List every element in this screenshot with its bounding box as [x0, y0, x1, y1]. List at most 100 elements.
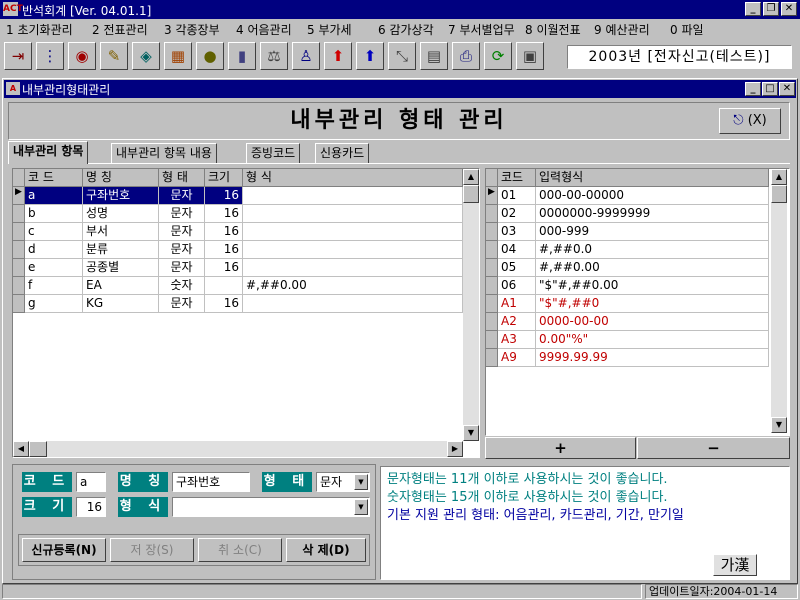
scroll-down-icon[interactable]: ▼: [771, 417, 787, 433]
menu-item[interactable]: 2 전표관리: [90, 21, 150, 37]
tab-management-items[interactable]: 내부관리 항목: [8, 141, 89, 164]
type-select[interactable]: 문자 ▼: [316, 472, 370, 492]
menu-item[interactable]: 3 각종장부: [162, 21, 222, 37]
grid-cell-size[interactable]: 16: [205, 205, 243, 223]
code-field[interactable]: a: [76, 472, 106, 492]
grid-cell-name[interactable]: 분류: [83, 241, 159, 259]
tag-icon[interactable]: ◈: [132, 42, 160, 70]
child-maximize-icon[interactable]: □: [762, 82, 778, 96]
grid-cell-format[interactable]: [243, 259, 463, 277]
scroll-right-icon[interactable]: ▶: [447, 441, 463, 457]
menu-item[interactable]: 5 부가세: [305, 21, 354, 37]
document-icon[interactable]: ▣: [516, 42, 544, 70]
tab-credit-cards[interactable]: 신용카드: [315, 143, 370, 163]
formats-grid[interactable]: 코드 입력형식 ▶ 01 000-00-00000 02 0000000-9999999 03…: [485, 168, 790, 436]
column-header[interactable]: 코 드: [25, 169, 83, 187]
row-indicator[interactable]: [486, 331, 498, 349]
row-indicator[interactable]: [486, 277, 498, 295]
row-indicator[interactable]: ▶: [486, 187, 498, 205]
format-cell-code[interactable]: A9: [498, 349, 536, 367]
column-header[interactable]: 명 칭: [83, 169, 159, 187]
row-indicator[interactable]: [13, 241, 25, 259]
menu-item[interactable]: 9 예산관리: [592, 21, 652, 37]
format-cell-format[interactable]: 000-999: [536, 223, 769, 241]
delete-button[interactable]: 삭 제(D): [286, 538, 366, 562]
printer-icon[interactable]: ⎙: [452, 42, 480, 70]
format-select[interactable]: ▼: [172, 497, 370, 517]
row-indicator[interactable]: [13, 223, 25, 241]
format-cell-code[interactable]: 04: [498, 241, 536, 259]
save-button[interactable]: 저 장(S): [110, 538, 194, 562]
calculator-icon[interactable]: ▦: [164, 42, 192, 70]
column-header[interactable]: 형 태: [159, 169, 205, 187]
scroll-thumb[interactable]: [771, 185, 787, 203]
person-icon[interactable]: ♙: [292, 42, 320, 70]
grid-cell-name[interactable]: EA: [83, 277, 159, 295]
tab-evidence-codes[interactable]: 증빙코드: [246, 143, 301, 163]
grid-cell-type[interactable]: 문자: [159, 187, 205, 205]
grid-cell-code[interactable]: f: [25, 277, 83, 295]
ime-toggle[interactable]: 가漢: [713, 554, 757, 576]
grid-cell-size[interactable]: 16: [205, 187, 243, 205]
format-cell-code[interactable]: 02: [498, 205, 536, 223]
remove-format-button[interactable]: −: [637, 437, 790, 459]
format-cell-format[interactable]: "$"#,##0: [536, 295, 769, 313]
grid-cell-size[interactable]: 16: [205, 223, 243, 241]
grid-cell-code[interactable]: g: [25, 295, 83, 313]
column-header[interactable]: 크기: [205, 169, 243, 187]
globe-icon[interactable]: ◉: [68, 42, 96, 70]
pencil-icon[interactable]: ✎: [100, 42, 128, 70]
row-indicator[interactable]: [486, 241, 498, 259]
row-indicator[interactable]: [13, 259, 25, 277]
row-indicator[interactable]: [13, 295, 25, 313]
column-header[interactable]: 코드: [498, 169, 536, 187]
grid-cell-name[interactable]: 부서: [83, 223, 159, 241]
minimize-icon[interactable]: _: [745, 2, 761, 16]
row-indicator[interactable]: [13, 205, 25, 223]
row-indicator[interactable]: [486, 259, 498, 277]
format-cell-format[interactable]: #,##0.0: [536, 241, 769, 259]
scroll-up-icon[interactable]: ▲: [771, 169, 787, 185]
new-button[interactable]: 신규등록(N): [22, 538, 106, 562]
chevron-down-icon[interactable]: ▼: [354, 474, 368, 490]
menu-item[interactable]: 7 부서별업무: [446, 21, 517, 37]
horizontal-scrollbar[interactable]: ◀ ▶: [13, 441, 463, 457]
grid-cell-code[interactable]: d: [25, 241, 83, 259]
items-grid[interactable]: 코 드명 칭형 태 크기 형 식 ▶ a 구좌번호 문자 16 b 성명 문자 16 c 부서 문자 16 d 분…: [12, 168, 480, 458]
grid-cell-type[interactable]: 문자: [159, 205, 205, 223]
grid-cell-size[interactable]: 16: [205, 295, 243, 313]
restore-icon[interactable]: ❐: [763, 2, 779, 16]
size-field[interactable]: 16: [76, 497, 106, 517]
row-indicator[interactable]: [486, 349, 498, 367]
format-cell-code[interactable]: A3: [498, 331, 536, 349]
transfer-icon[interactable]: ⤡: [388, 42, 416, 70]
tree-icon[interactable]: ⋮: [36, 42, 64, 70]
row-indicator[interactable]: [486, 313, 498, 331]
grid-cell-format[interactable]: [243, 223, 463, 241]
grid-cell-type[interactable]: 문자: [159, 259, 205, 277]
row-indicator[interactable]: ▶: [13, 187, 25, 205]
grid-cell-code[interactable]: a: [25, 187, 83, 205]
tab-management-item-contents[interactable]: 내부관리 항목 내용: [111, 143, 217, 163]
add-format-button[interactable]: +: [485, 437, 636, 459]
grid-cell-type[interactable]: 문자: [159, 241, 205, 259]
grid-cell-code[interactable]: c: [25, 223, 83, 241]
menu-item[interactable]: 0 파일: [668, 21, 706, 37]
grid-cell-type[interactable]: 문자: [159, 223, 205, 241]
grid-cell-code[interactable]: e: [25, 259, 83, 277]
format-cell-code[interactable]: 03: [498, 223, 536, 241]
grid-cell-format[interactable]: [243, 295, 463, 313]
format-cell-format[interactable]: #,##0.00: [536, 259, 769, 277]
format-cell-format[interactable]: 0000-00-00: [536, 313, 769, 331]
arrow-up-blue-icon[interactable]: ⬆: [356, 42, 384, 70]
format-cell-format[interactable]: 0000000-9999999: [536, 205, 769, 223]
format-cell-format[interactable]: 000-00-00000: [536, 187, 769, 205]
coin-icon[interactable]: ●: [196, 42, 224, 70]
grid-cell-format[interactable]: #,##0.00: [243, 277, 463, 295]
grid-cell-name[interactable]: 공종별: [83, 259, 159, 277]
column-header[interactable]: 형 식: [243, 169, 463, 187]
book-icon[interactable]: ▮: [228, 42, 256, 70]
grid-cell-type[interactable]: 문자: [159, 295, 205, 313]
menu-item[interactable]: 1 초기화관리: [4, 21, 75, 37]
scroll-thumb[interactable]: [29, 441, 47, 457]
